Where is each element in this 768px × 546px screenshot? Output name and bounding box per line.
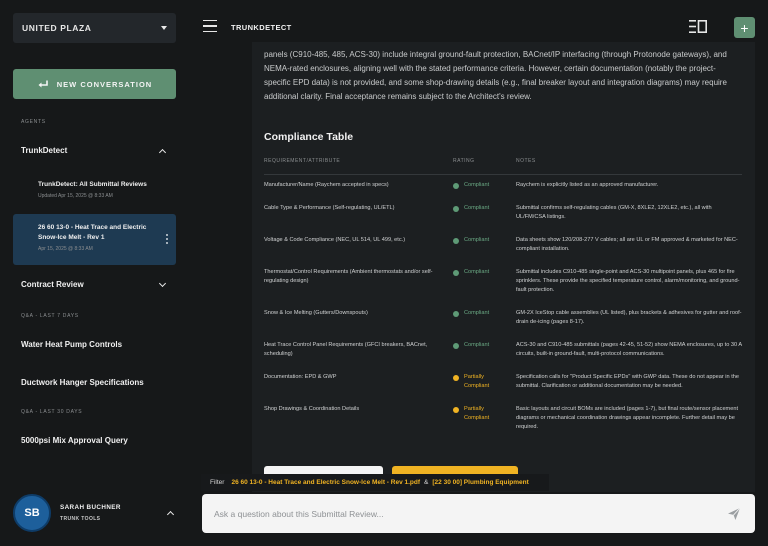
rating-label: Compliant [464, 310, 490, 316]
notes-cell: Submittal includes C910-485 single-point… [516, 269, 740, 293]
more-options-icon[interactable] [166, 234, 168, 244]
add-button[interactable]: + [734, 17, 755, 38]
requirement-cell: Heat Trace Control Panel Requirements (G… [264, 342, 428, 357]
app-title: TRUNKDETECT [231, 23, 292, 32]
notes-cell: Submittal confirms self-regulating cable… [516, 205, 712, 220]
column-header-requirement: REQUIREMENT/ATTRIBUTE [264, 158, 341, 164]
chevron-up-icon [166, 510, 175, 519]
requirement-cell: Thermostat/Control Requirements (Ambient… [264, 269, 433, 284]
qa-30-days-heading: Q&A - LAST 30 DAYS [21, 409, 83, 415]
split-layout-icon[interactable] [689, 20, 707, 33]
avatar: SB [13, 494, 51, 532]
rating-label: Partially Compliant [464, 406, 490, 421]
notes-cell: ACS-30 and C910-485 submittals (pages 42… [516, 342, 742, 357]
qa-item[interactable]: Ductwork Hanger Specifications [21, 378, 144, 387]
review-summary: panels (C910-485, 485, ACS-30) include i… [264, 50, 727, 101]
menu-icon[interactable] [203, 20, 217, 33]
rating-label: Compliant [464, 342, 490, 348]
status-dot [453, 237, 459, 244]
rating-label: Compliant [464, 205, 490, 211]
new-conversation-button[interactable]: NEW CONVERSATION [13, 69, 176, 99]
rating-cell: Partially Compliant [453, 405, 504, 423]
compliance-table-title: Compliance Table [264, 131, 354, 143]
rating-label: Compliant [464, 237, 490, 243]
agents-heading: AGENTS [21, 119, 46, 125]
user-name: SARAH BUCHNER [60, 504, 121, 511]
column-header-notes: NOTES [516, 158, 536, 164]
conversation-item-all-reviews[interactable]: TrunkDetect: All Submittal Reviews Updat… [13, 180, 176, 199]
status-dot [453, 205, 459, 212]
requirement-cell: Cable Type & Performance (Self-regulatin… [264, 205, 395, 211]
filter-document-1[interactable]: 26 60 13-0 - Heat Trace and Electric Sno… [231, 479, 420, 486]
project-selector[interactable]: UNITED PLAZA [13, 13, 176, 43]
group-contract-review-title: Contract Review [21, 280, 84, 289]
chevron-up-icon [158, 148, 167, 156]
conversation-title: 26 60 13-0 - Heat Trace and Electric Sno… [38, 224, 147, 241]
conversation-date: Updated Apr 15, 2025 @ 8:33 AM [38, 193, 113, 199]
group-trunkdetect-title: TrunkDetect [21, 146, 68, 155]
notes-cell: Data sheets show 120/208-277 V cables; a… [516, 237, 738, 252]
rating-cell: Compliant [453, 181, 489, 190]
requirement-cell: Voltage & Code Compliance (NEC, UL 514, … [264, 237, 406, 243]
rating-cell: Compliant [453, 236, 489, 245]
requirement-cell: Manufacturer/Name (Raychem accepted in s… [264, 182, 389, 188]
requirement-cell: Shop Drawings & Coordination Details [264, 406, 360, 412]
status-dot [453, 182, 459, 189]
review-document: panels (C910-485, 485, ACS-30) include i… [252, 42, 755, 492]
rating-label: Compliant [464, 182, 490, 188]
qa-item[interactable]: 5000psi Mix Approval Query [21, 436, 128, 445]
rating-label: Compliant [464, 269, 490, 275]
question-input-bar [202, 494, 755, 533]
notes-cell: Specification calls for "Product Specifi… [516, 374, 739, 389]
rating-cell: Compliant [453, 204, 489, 213]
caret-down-icon [161, 26, 167, 30]
notes-cell: Raychem is explicitly listed as an appro… [516, 182, 659, 188]
conversation-item-heat-trace[interactable]: 26 60 13-0 - Heat Trace and Electric Sno… [13, 214, 176, 265]
notes-cell: Basic layouts and circuit BOMs are inclu… [516, 406, 738, 430]
status-dot [453, 374, 459, 381]
rating-cell: Compliant [453, 341, 489, 350]
requirement-cell: Snow & Ice Melting (Gutters/Downspouts) [264, 310, 368, 316]
conversation-date: Apr 15, 2025 @ 8:33 AM [38, 246, 93, 252]
rating-cell: Partially Compliant [453, 373, 504, 391]
plus-icon: + [740, 19, 749, 36]
sidebar: UNITED PLAZA NEW CONVERSATION AGENTS Tru… [0, 0, 190, 546]
filter-bar: Filter 26 60 13-0 - Heat Trace and Elect… [201, 474, 549, 491]
project-name: UNITED PLAZA [22, 23, 92, 33]
requirement-cell: Documentation: EPD & GWP [264, 374, 337, 380]
send-icon[interactable] [727, 507, 741, 521]
question-input[interactable] [214, 508, 727, 519]
status-dot [453, 269, 459, 276]
group-contract-review[interactable]: Contract Review [21, 279, 171, 289]
table-divider [264, 174, 742, 175]
filter-label: Filter [210, 479, 225, 486]
status-dot [453, 310, 459, 317]
rating-cell: Compliant [453, 268, 489, 277]
rating-cell: Compliant [453, 309, 489, 318]
conversation-title: TrunkDetect: All Submittal Reviews [38, 181, 147, 188]
new-conversation-label: NEW CONVERSATION [56, 79, 153, 89]
filter-document-2[interactable]: [22 30 00] Plumbing Equipment [432, 479, 528, 486]
column-header-rating: RATING [453, 158, 475, 164]
status-dot [453, 406, 459, 413]
filter-separator: & [424, 479, 429, 486]
chevron-down-icon [158, 279, 167, 287]
group-trunkdetect[interactable]: TrunkDetect [21, 146, 171, 156]
qa-item[interactable]: Water Heat Pump Controls [21, 340, 122, 349]
qa-7-days-heading: Q&A - LAST 7 DAYS [21, 313, 79, 319]
user-profile[interactable]: SB SARAH BUCHNER TRUNK TOOLS [13, 493, 176, 533]
rating-label: Partially Compliant [464, 374, 490, 389]
user-organization: TRUNK TOOLS [60, 516, 101, 522]
return-arrow-icon [38, 80, 48, 87]
status-dot [453, 342, 459, 349]
notes-cell: GM-2X IceStop cable assemblies (UL liste… [516, 310, 742, 325]
